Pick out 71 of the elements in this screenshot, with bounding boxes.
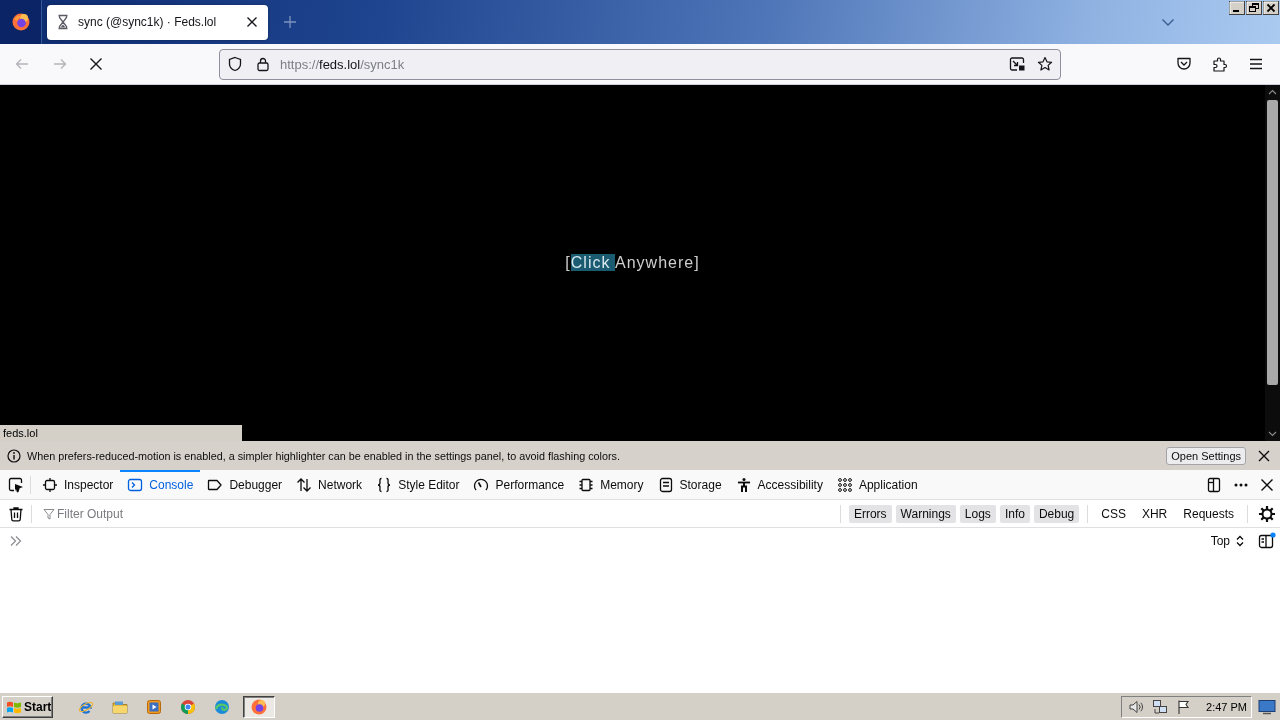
filter-button[interactable]: CSS <box>1096 504 1131 523</box>
puzzle-icon[interactable] <box>1212 56 1228 72</box>
menu-icon[interactable] <box>1248 56 1264 72</box>
browser-tab[interactable]: sync (@sync1k) · Feds.lol <box>47 4 268 40</box>
dot-grid-icon <box>836 476 853 493</box>
devtools-tab[interactable]: Performance <box>466 470 572 499</box>
devtools-tab[interactable]: Accessibility <box>728 470 830 499</box>
devtools-tab[interactable]: Debugger <box>200 470 290 499</box>
crosshair-square-icon <box>42 476 58 493</box>
play-icon[interactable] <box>146 698 162 715</box>
browser-logo-icon[interactable] <box>11 13 30 31</box>
dock-side-icon[interactable] <box>1206 476 1222 493</box>
star-icon[interactable] <box>1037 56 1053 72</box>
trash-icon[interactable] <box>8 505 24 522</box>
devtools-tab[interactable]: Inspector <box>35 470 121 499</box>
filter-input[interactable]: Filter Output <box>57 506 337 521</box>
scrollbar-thumb[interactable] <box>1267 100 1278 385</box>
shield-icon[interactable] <box>227 56 243 72</box>
filter-button[interactable]: Info <box>999 504 1030 523</box>
filter-button[interactable]: Errors <box>848 504 892 523</box>
devtools-tab[interactable]: Storage <box>650 470 729 499</box>
filter-button[interactable]: Debug <box>1033 504 1080 523</box>
browser-icon[interactable] <box>180 698 196 715</box>
double-chevron-icon <box>9 534 23 548</box>
chip-icon <box>578 476 595 493</box>
info-icon <box>7 448 21 463</box>
url-text: https://feds.lol/sync1k <box>280 56 405 72</box>
scrollbar[interactable] <box>1265 85 1280 441</box>
stop-icon[interactable] <box>88 56 104 72</box>
click-anywhere-text[interactable]: [Click Anywhere] <box>565 254 700 272</box>
lock-icon[interactable] <box>255 56 271 72</box>
up-down-arrows-icon <box>296 476 313 493</box>
window-arrow-icon[interactable] <box>1009 56 1025 72</box>
devtools-tab[interactable]: Network <box>289 470 370 499</box>
close-icon[interactable] <box>1257 448 1271 463</box>
devtools-tab[interactable]: Memory <box>571 470 651 499</box>
person-icon <box>735 476 752 493</box>
devtools-tab[interactable]: Application <box>829 470 925 499</box>
address-bar[interactable]: https://feds.lol/sync1k <box>219 48 1061 80</box>
notification-text: When prefers-reduced-motion is enabled, a simpler highlighter can be enabled in the settings panel, to avoid flashing colors. <box>27 449 620 462</box>
filter-button[interactable]: XHR <box>1136 504 1173 523</box>
browser-logo-icon[interactable] <box>251 698 267 715</box>
up-down-caret-icon <box>1236 535 1244 547</box>
speaker-icon[interactable] <box>1128 698 1145 715</box>
cursor-box-icon[interactable] <box>8 476 24 493</box>
braces-icon <box>376 476 393 493</box>
monitor-icon[interactable] <box>1258 697 1276 716</box>
settings-icon[interactable] <box>1258 504 1276 523</box>
link-status-text: feds.lol <box>0 425 242 441</box>
context-select[interactable]: Top <box>1206 534 1248 548</box>
minimize-icon[interactable] <box>1229 1 1245 15</box>
filter-button[interactable]: Warnings <box>895 504 956 523</box>
restore-icon[interactable] <box>1246 1 1262 15</box>
gauge-icon <box>473 476 490 493</box>
filter-button[interactable]: Requests <box>1178 504 1239 523</box>
chevron-badge-icon[interactable] <box>1176 56 1192 72</box>
filter-button[interactable]: Logs <box>959 504 996 523</box>
close-icon[interactable] <box>246 16 258 28</box>
taskbar-button[interactable] <box>243 695 275 718</box>
document-icon <box>657 476 674 493</box>
terminal-icon <box>127 476 144 493</box>
open-settings-button[interactable]: Open Settings <box>1166 446 1246 465</box>
plus-icon[interactable] <box>283 15 297 29</box>
network-icon[interactable] <box>1152 698 1169 715</box>
devtools-tab[interactable]: Style Editor <box>369 470 467 499</box>
clock-text[interactable]: 2:47 PM <box>1206 700 1247 713</box>
close-icon[interactable] <box>1260 477 1274 492</box>
sidebar-toggle-icon[interactable] <box>1258 532 1276 550</box>
start-button[interactable]: Start <box>2 695 53 718</box>
funnel-icon <box>43 507 55 520</box>
close-window-icon[interactable] <box>1263 1 1279 15</box>
